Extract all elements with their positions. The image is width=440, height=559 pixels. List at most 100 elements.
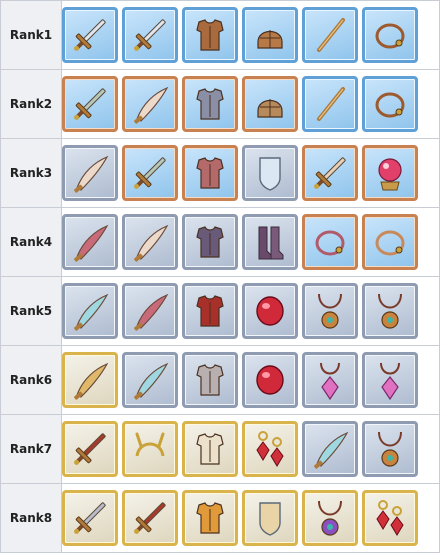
equipment-slot[interactable] — [302, 421, 358, 477]
leather-cap-icon — [257, 30, 283, 49]
equipment-slot[interactable] — [62, 490, 118, 546]
equipment-slot[interactable] — [182, 7, 238, 63]
equipment-slots — [62, 421, 439, 477]
rank-items-cell — [61, 483, 440, 553]
rank-items-cell — [61, 138, 440, 208]
equipment-slots — [62, 214, 439, 270]
equipment-slot[interactable] — [302, 352, 358, 408]
rank-label: Rank1 — [0, 0, 62, 70]
horned-circlet-icon — [135, 432, 165, 457]
serrated-sword-icon — [74, 502, 106, 534]
equipment-slot[interactable] — [182, 421, 238, 477]
equipment-slot[interactable] — [122, 214, 178, 270]
leather-armor-icon — [196, 19, 224, 51]
equipment-slot[interactable] — [122, 7, 178, 63]
pendant-icon — [318, 293, 342, 329]
equipment-slot[interactable] — [242, 7, 298, 63]
equipment-slot[interactable] — [242, 76, 298, 132]
spiked-sword-icon — [134, 157, 166, 189]
equipment-slot[interactable] — [302, 76, 358, 132]
rank-items-cell — [61, 0, 440, 70]
equipment-slot[interactable] — [242, 352, 298, 408]
equipment-slot[interactable] — [62, 7, 118, 63]
wand-icon — [317, 18, 345, 52]
rank-table-body: Rank1 Rank2 Rank3 Rank4 Rank5 Rank6 Rank… — [0, 0, 440, 553]
equipment-slot[interactable] — [182, 352, 238, 408]
equipment-slot[interactable] — [62, 214, 118, 270]
cord-bracelet-icon — [375, 92, 405, 118]
equipment-slot[interactable] — [302, 283, 358, 339]
rank-items-cell — [61, 207, 440, 277]
equipment-slot[interactable] — [362, 76, 418, 132]
equipment-slot[interactable] — [362, 490, 418, 546]
equipment-slot[interactable] — [182, 214, 238, 270]
rank-label: Rank3 — [0, 138, 62, 208]
winged-blade-icon — [74, 224, 109, 262]
golden-blade-icon — [74, 362, 109, 400]
ruby-gem-icon — [256, 365, 284, 395]
rank-label: Rank6 — [0, 345, 62, 415]
equipment-slot[interactable] — [362, 7, 418, 63]
equipment-slot[interactable] — [62, 145, 118, 201]
rank-label: Rank7 — [0, 414, 62, 484]
equipment-slot[interactable] — [122, 421, 178, 477]
equipment-slot[interactable] — [302, 490, 358, 546]
equipment-slot[interactable] — [122, 283, 178, 339]
equipment-slot[interactable] — [62, 421, 118, 477]
chest-armor-icon — [196, 88, 224, 120]
rank-row: Rank8 — [0, 483, 440, 553]
equipment-slot[interactable] — [182, 145, 238, 201]
equipment-slot[interactable] — [362, 145, 418, 201]
equipment-slot[interactable] — [242, 283, 298, 339]
ruby-earrings-icon — [256, 431, 284, 467]
rank-row: Rank1 — [0, 0, 440, 70]
equipment-slot[interactable] — [122, 145, 178, 201]
equipment-slot[interactable] — [362, 421, 418, 477]
equipment-slot[interactable] — [242, 145, 298, 201]
rank-items-cell — [61, 345, 440, 415]
equipment-slot[interactable] — [62, 352, 118, 408]
rank-label: Rank4 — [0, 207, 62, 277]
equipment-slots — [62, 352, 439, 408]
jeweled-dagger-icon — [314, 157, 346, 189]
equipment-slot[interactable] — [182, 283, 238, 339]
equipment-slot[interactable] — [302, 145, 358, 201]
equipment-slot[interactable] — [362, 352, 418, 408]
spiked-sword-icon — [74, 88, 106, 120]
equipment-slot[interactable] — [242, 214, 298, 270]
equipment-slot[interactable] — [122, 352, 178, 408]
equipment-slot[interactable] — [182, 490, 238, 546]
equipment-slot[interactable] — [122, 490, 178, 546]
equipment-slot[interactable] — [302, 7, 358, 63]
gem-bracelet-icon — [315, 230, 345, 256]
rank-row: Rank2 — [0, 69, 440, 139]
equipment-slot[interactable] — [242, 490, 298, 546]
equipment-slot[interactable] — [362, 283, 418, 339]
rank-label: Rank5 — [0, 276, 62, 346]
rank-label: Rank2 — [0, 69, 62, 139]
rank-row: Rank5 — [0, 276, 440, 346]
ruby-earrings-icon — [376, 500, 404, 536]
teal-blade-icon — [74, 293, 109, 331]
equipment-slot[interactable] — [362, 214, 418, 270]
equipment-slot[interactable] — [62, 76, 118, 132]
crystal-shield-icon — [259, 157, 281, 191]
equipment-slot[interactable] — [122, 76, 178, 132]
curved-blade-icon — [74, 155, 109, 193]
steel-armor-icon — [196, 364, 224, 396]
gold-shield-icon — [259, 502, 281, 536]
equipment-slot[interactable] — [182, 76, 238, 132]
teal-blade-icon — [134, 362, 169, 400]
equipment-slot[interactable] — [242, 421, 298, 477]
equipment-slot[interactable] — [302, 214, 358, 270]
equipment-slot[interactable] — [62, 283, 118, 339]
wand-icon — [317, 87, 345, 121]
dark-armor-icon — [196, 226, 224, 258]
plumed-helmet-icon — [257, 99, 283, 118]
curved-blade-icon — [134, 86, 169, 124]
equipment-slots — [62, 7, 439, 63]
rank-items-cell — [61, 276, 440, 346]
crystal-pendant-icon — [320, 362, 340, 401]
crystal-pendant-icon — [380, 362, 400, 401]
equipment-slots — [62, 76, 439, 132]
